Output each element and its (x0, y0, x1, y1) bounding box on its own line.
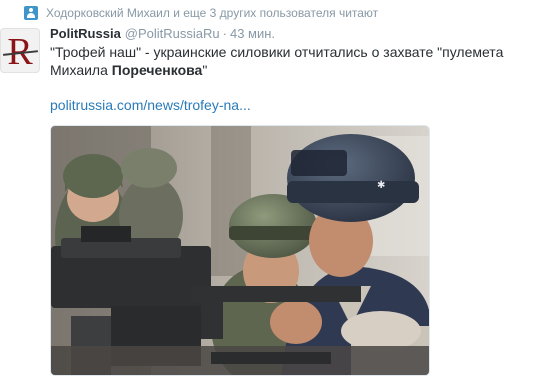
tweet-link[interactable]: politrussia.com/news/trofey-na... (50, 97, 251, 113)
author-avatar[interactable]: R (0, 28, 40, 73)
svg-text:✱: ✱ (377, 180, 385, 191)
tweet-text: "Трофей наш" - украинские силовики отчит… (50, 43, 540, 79)
social-context: Ходорковский Михаил и еще 3 других польз… (24, 4, 378, 22)
tweet-text-bold: Пореченкова (111, 62, 203, 78)
author-username[interactable]: @PolitRussiaRu (125, 26, 220, 41)
tweet-photo[interactable]: ✱ (50, 125, 430, 376)
author-fullname[interactable]: PolitRussia (50, 26, 121, 41)
tweet-photo-image: ✱ (51, 126, 429, 375)
header-separator: · (222, 26, 227, 41)
tweet-text-end: " (202, 62, 208, 78)
tweet-header: PolitRussia @PolitRussiaRu · 43 мин. (50, 26, 275, 41)
tweet-timestamp[interactable]: 43 мин. (230, 26, 275, 41)
avatar-logo-letter: R (7, 30, 33, 73)
social-context-text[interactable]: Ходорковский Михаил и еще 3 других польз… (46, 6, 378, 20)
follower-icon (24, 6, 38, 20)
